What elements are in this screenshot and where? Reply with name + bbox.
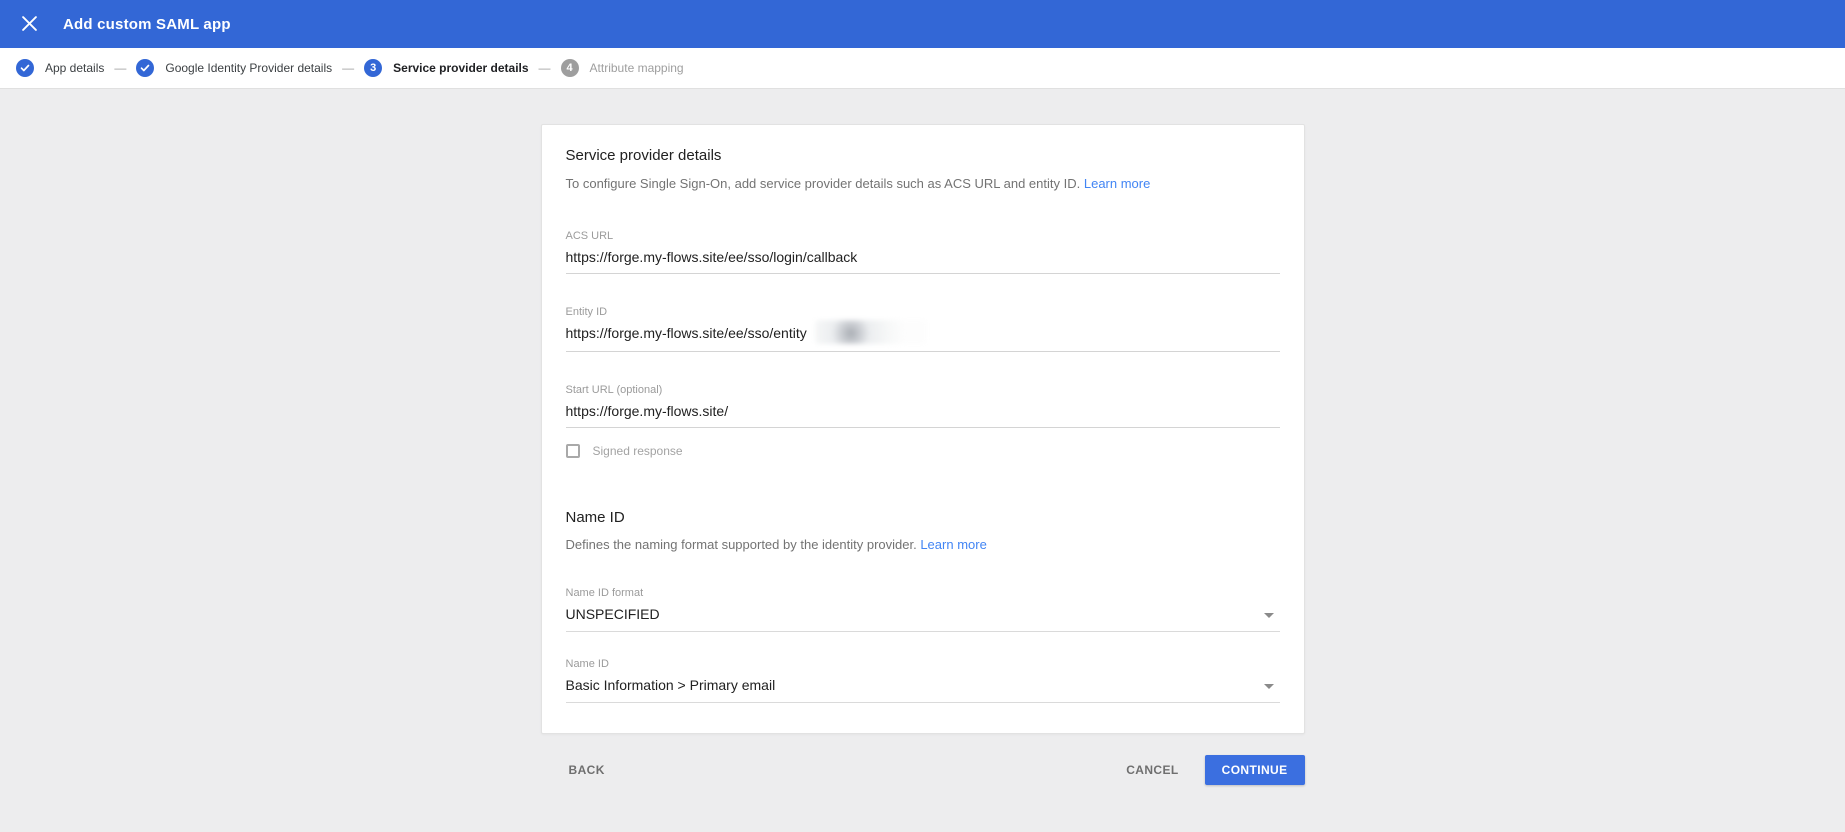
step-number-badge: 3 <box>364 59 383 77</box>
entity-id-field[interactable]: Entity ID https://forge.my-flows.site/ee… <box>565 306 1280 353</box>
back-button[interactable]: BACK <box>561 756 613 784</box>
name-id-description-text: Defines the naming format supported by t… <box>565 537 917 553</box>
wizard-footer: BACK CANCEL CONTINUE <box>541 755 1305 786</box>
stepper-step-attribute-mapping: 4 Attribute mapping <box>560 59 684 77</box>
stepper-step-label: Service provider details <box>393 61 529 75</box>
name-id-value: Basic Information > Primary email <box>565 677 776 694</box>
entity-id-label: Entity ID <box>565 306 608 318</box>
name-id-format-select[interactable]: Name ID format UNSPECIFIED <box>565 587 1280 633</box>
signed-response-label: Signed response <box>592 444 683 459</box>
acs-url-label: ACS URL <box>565 230 614 242</box>
page-title: Add custom SAML app <box>63 15 231 33</box>
check-icon <box>16 59 34 77</box>
card-description-text: To configure Single Sign-On, add service… <box>565 176 1081 191</box>
name-id-format-value: UNSPECIFIED <box>565 606 660 623</box>
learn-more-link[interactable]: Learn more <box>1084 176 1150 191</box>
stepper-step-label: Attribute mapping <box>589 61 684 75</box>
signed-response-checkbox-row[interactable]: Signed response <box>565 444 1280 459</box>
cancel-button[interactable]: CANCEL <box>1118 756 1186 784</box>
card-title: Service provider details <box>565 147 722 164</box>
footer-right-actions: CANCEL CONTINUE <box>1118 755 1305 786</box>
name-id-section-title: Name ID <box>565 509 625 527</box>
checkbox-unchecked-icon[interactable] <box>565 444 580 459</box>
card-description: To configure Single Sign-On, add service… <box>566 175 1280 192</box>
stepper-separator: — <box>538 61 551 75</box>
step-number-badge: 4 <box>560 59 579 77</box>
stepper-step-app-details: App details <box>16 59 104 77</box>
stepper-separator: — <box>114 61 127 75</box>
chevron-down-icon <box>1263 684 1274 690</box>
start-url-input[interactable]: https://forge.my-flows.site/ <box>566 402 1280 420</box>
acs-url-field[interactable]: ACS URL https://forge.my-flows.site/ee/s… <box>565 230 1280 274</box>
stepper-step-label: App details <box>45 61 105 75</box>
start-url-field[interactable]: Start URL (optional) https://forge.my-fl… <box>565 384 1280 429</box>
stepper: App details — Google Identity Provider d… <box>0 48 1845 89</box>
chevron-down-icon <box>1263 613 1274 619</box>
stepper-step-service-provider-details: 3 Service provider details <box>364 59 529 77</box>
entity-id-input[interactable]: https://forge.my-flows.site/ee/sso/entit… <box>565 320 1280 345</box>
entity-id-value-text: https://forge.my-flows.site/ee/sso/entit… <box>565 325 807 341</box>
name-id-label: Name ID <box>565 658 609 671</box>
stepper-separator: — <box>342 61 355 75</box>
start-url-label: Start URL (optional) <box>565 384 663 397</box>
stepper-step-google-idp-details: Google Identity Provider details <box>136 59 332 77</box>
close-icon[interactable] <box>17 12 41 36</box>
service-provider-details-card: Service provider details To configure Si… <box>540 124 1305 735</box>
learn-more-link[interactable]: Learn more <box>920 537 986 552</box>
name-id-select[interactable]: Name ID Basic Information > Primary emai… <box>565 658 1280 704</box>
continue-button[interactable]: CONTINUE <box>1204 755 1305 786</box>
page-body: Service provider details To configure Si… <box>0 89 1845 786</box>
redacted-blur-patch <box>814 320 927 345</box>
stepper-step-label: Google Identity Provider details <box>165 61 333 75</box>
appbar: Add custom SAML app <box>0 0 1845 48</box>
name-id-format-label: Name ID format <box>565 587 644 600</box>
name-id-section-description: Defines the naming format supported by t… <box>566 536 1280 553</box>
check-icon <box>136 59 155 77</box>
acs-url-input[interactable]: https://forge.my-flows.site/ee/sso/login… <box>566 248 1280 266</box>
